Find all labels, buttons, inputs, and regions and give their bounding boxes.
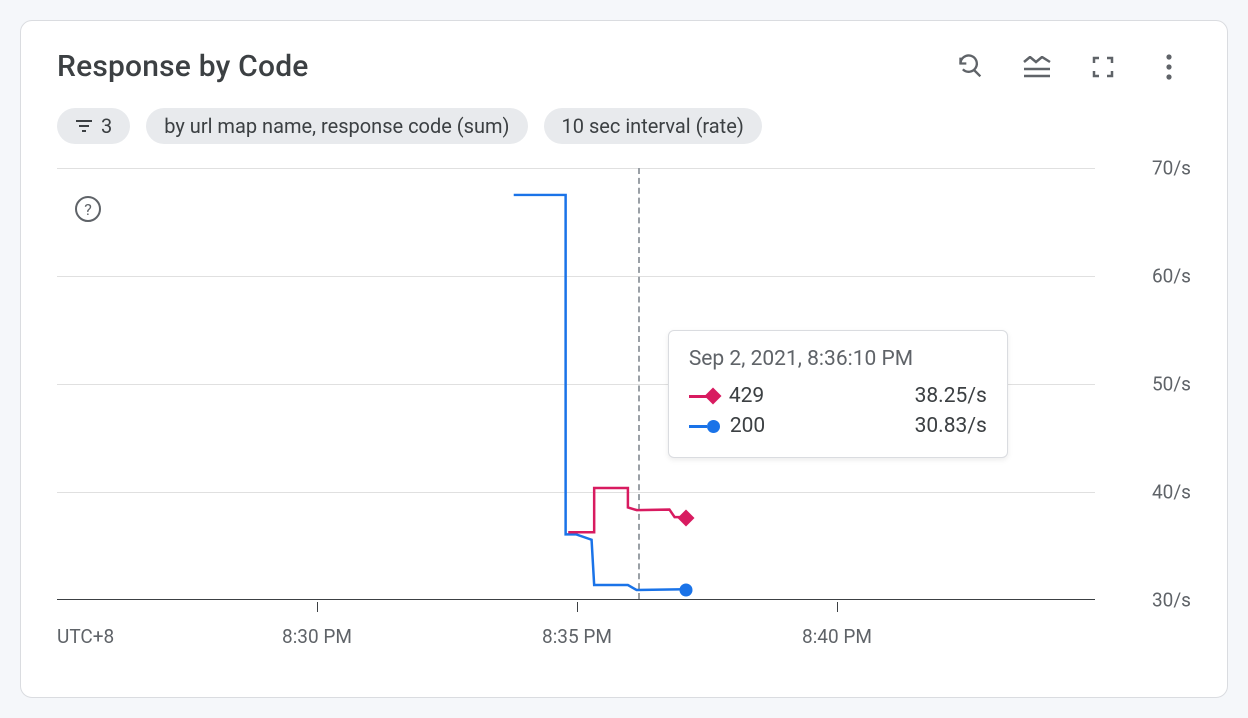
timezone-label: UTC+8	[57, 625, 114, 648]
grouping-chip[interactable]: by url map name, response code (sum)	[146, 108, 527, 144]
filter-count-chip[interactable]: 3	[57, 108, 130, 144]
x-tick-label: 8:35 PM	[542, 625, 612, 648]
filter-chips-row: 3 by url map name, response code (sum) 1…	[57, 108, 1191, 144]
chart-header: Response by Code	[57, 49, 1191, 84]
tooltip-row: 429 38.25/s	[689, 381, 987, 411]
tooltip-row: 200 30.83/s	[689, 411, 987, 441]
tooltip-series-value: 30.83/s	[915, 414, 987, 438]
fullscreen-icon[interactable]	[1089, 53, 1117, 81]
series-200	[514, 195, 685, 590]
x-tick-label: 8:30 PM	[282, 625, 352, 648]
tooltip-series-label: 429	[729, 384, 764, 408]
circle-icon	[707, 420, 720, 433]
x-tick-label: 8:40 PM	[802, 625, 872, 648]
series-marker-429	[680, 512, 692, 524]
y-tick-label: 40/s	[1152, 481, 1191, 504]
chart-card: Response by Code	[20, 20, 1228, 698]
y-tick-label: 30/s	[1152, 589, 1191, 612]
x-tick-mark	[837, 602, 838, 612]
y-tick-label: 60/s	[1152, 265, 1191, 288]
filter-icon	[75, 118, 93, 134]
chart-area: ? 70/s60/s50/s40/s30/s UTC+88:30 PM8:35 …	[57, 168, 1191, 648]
x-tick-mark	[577, 602, 578, 612]
chart-tooltip: Sep 2, 2021, 8:36:10 PM 429 38.25/s 200 30.8…	[668, 330, 1008, 458]
chart-title: Response by Code	[57, 49, 309, 84]
y-tick-label: 50/s	[1152, 373, 1191, 396]
series-429	[568, 488, 685, 532]
filter-count-label: 3	[101, 114, 112, 138]
tooltip-timestamp: Sep 2, 2021, 8:36:10 PM	[689, 347, 987, 371]
tooltip-series-label: 200	[730, 414, 765, 438]
interval-label: 10 sec interval (rate)	[562, 114, 744, 138]
x-tick-mark	[317, 602, 318, 612]
series-marker-200	[680, 584, 693, 597]
legend-line-icon	[689, 425, 707, 428]
tooltip-series-value: 38.25/s	[915, 384, 987, 408]
more-menu-icon[interactable]	[1155, 53, 1183, 81]
x-axis: UTC+8 8:30 PM 8:35 PM 8:40 PM	[57, 602, 1095, 648]
interval-chip[interactable]: 10 sec interval (rate)	[544, 108, 762, 144]
legend-toggle-icon[interactable]	[1023, 53, 1051, 81]
y-axis: 70/s60/s50/s40/s30/s	[1103, 168, 1191, 600]
diamond-icon	[707, 390, 719, 402]
y-tick-label: 70/s	[1152, 157, 1191, 180]
grouping-label: by url map name, response code (sum)	[164, 114, 509, 138]
chart-actions	[957, 53, 1191, 81]
reset-zoom-icon[interactable]	[957, 53, 985, 81]
